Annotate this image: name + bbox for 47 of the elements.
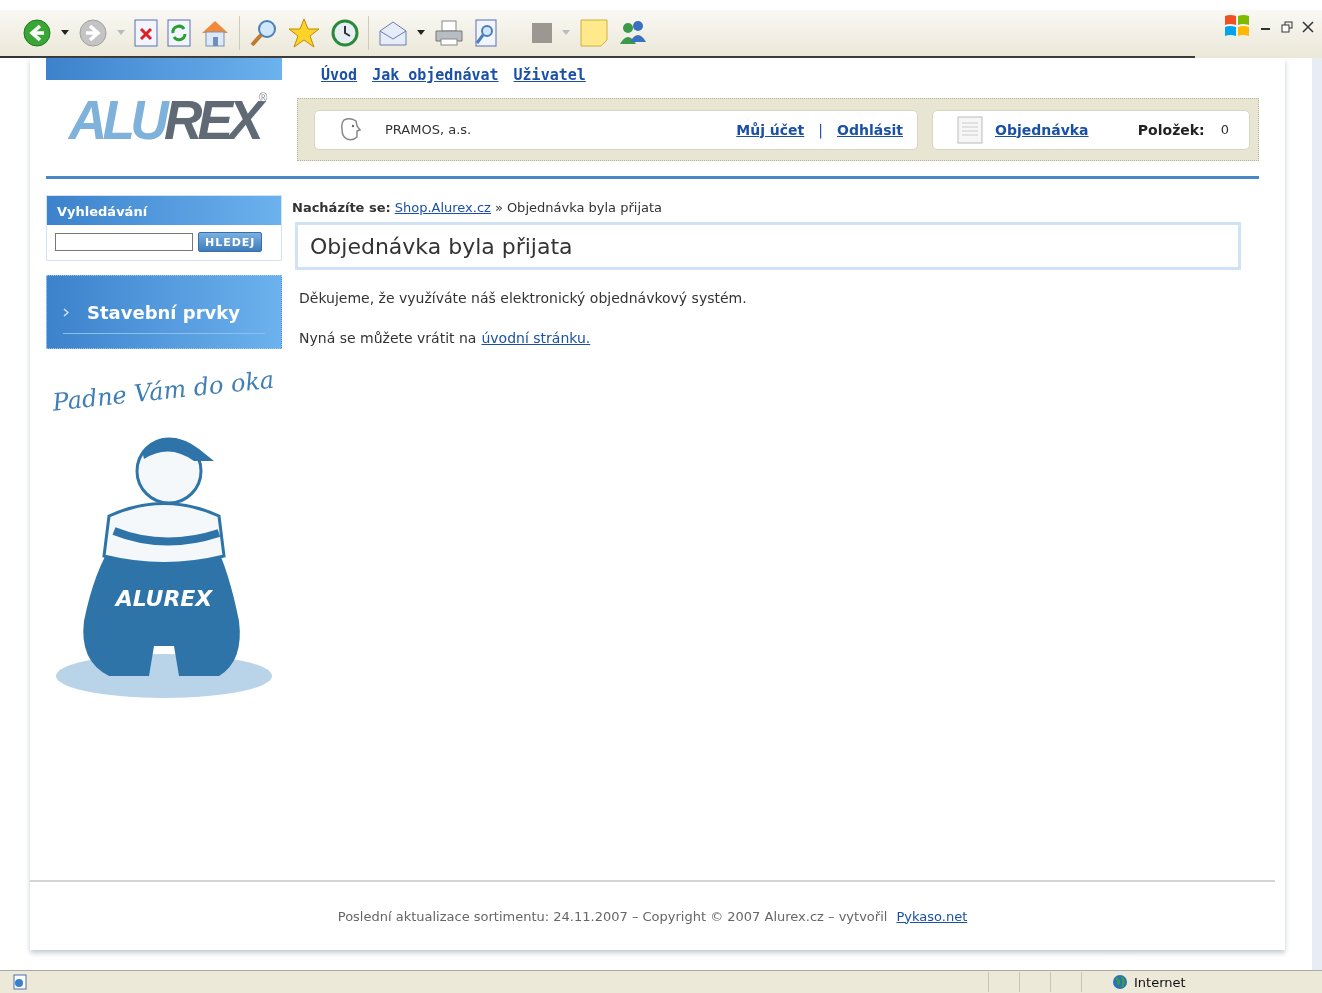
link-separator: |: [818, 121, 824, 138]
page-title: Objednávka byla přijata: [310, 233, 573, 259]
chevron-icon: [63, 308, 69, 317]
nav-link[interactable]: Uživatel: [513, 66, 586, 88]
search-field[interactable]: [55, 233, 193, 251]
head-icon: [339, 116, 361, 143]
logout-link[interactable]: Odhlásit: [837, 121, 903, 138]
items-count: 0: [1220, 122, 1229, 137]
globe-icon: [1112, 974, 1128, 990]
search-title: Vyhledávání: [47, 196, 281, 225]
footer-text: Poslední aktualizace sortimentu: 24.11.2007 – Copyright © 2007 Alurex.cz – vytvořil Pykaso.net: [337, 908, 968, 924]
zone-text: Internet: [1134, 974, 1186, 990]
caret-icon[interactable]: [417, 30, 425, 36]
star-icon[interactable]: [288, 18, 320, 48]
order-link[interactable]: Objednávka: [995, 121, 1089, 138]
items-label: Položek:: [1137, 121, 1205, 138]
message-text: Děkujeme, že využíváte náš elektronický objednávkový systém.: [299, 290, 748, 306]
search-icon[interactable]: [249, 18, 279, 48]
breadcrumb-separator: »: [494, 200, 503, 215]
close-icon[interactable]: [1302, 21, 1314, 33]
nav-link[interactable]: Jak objednávat: [372, 66, 499, 88]
breadcrumb-current: Objednávka byla přijata: [506, 200, 663, 215]
account-link[interactable]: Můj účet: [736, 121, 805, 138]
home-link[interactable]: úvodní stránku.: [481, 330, 591, 346]
company-name: PRAMOS, a.s.: [385, 122, 472, 137]
stop-icon[interactable]: [134, 19, 158, 47]
nav-link[interactable]: Úvod: [321, 66, 358, 88]
document-icon: [957, 115, 983, 144]
home-icon[interactable]: [200, 19, 230, 47]
square-icon[interactable]: [531, 22, 553, 44]
back-icon[interactable]: [22, 18, 52, 48]
history-icon[interactable]: [329, 18, 359, 48]
restore-icon[interactable]: [1281, 21, 1293, 33]
refresh-icon[interactable]: [167, 19, 191, 47]
mail-icon[interactable]: [378, 19, 408, 47]
caret-icon[interactable]: [61, 30, 69, 36]
forward-icon[interactable]: [78, 18, 108, 48]
slogan: Padne Vám do oka: [50, 364, 277, 418]
site-logo: ALUREX$^{®}$: [67, 87, 269, 148]
printer-icon[interactable]: [434, 19, 464, 47]
breadcrumb-link[interactable]: Shop.Alurex.cz: [394, 200, 491, 215]
breadcrumb-label: Nacházíte se:: [292, 200, 391, 215]
page-icon: [12, 974, 28, 990]
author-link[interactable]: Pykaso.net: [896, 908, 968, 924]
mascot-logo-text: ALUREX: [115, 586, 213, 611]
preview-icon[interactable]: [473, 19, 499, 47]
message-text: Nyná se můžete vrátit na úvodní stránku.: [299, 330, 592, 346]
